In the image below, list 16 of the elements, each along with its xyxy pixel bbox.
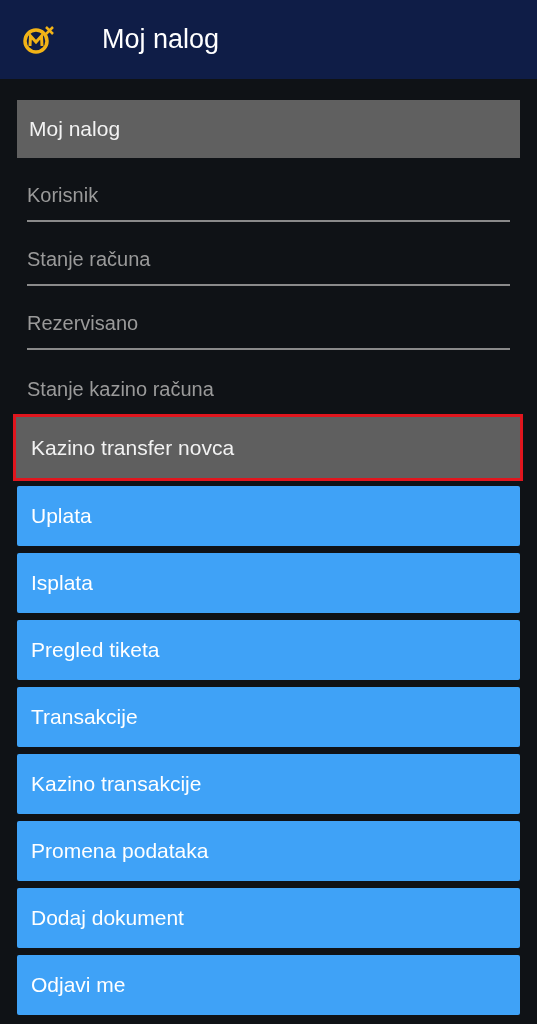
info-label: Stanje kazino računa — [27, 377, 214, 402]
menu-button[interactable]: Uplata — [17, 486, 520, 546]
menu-button[interactable]: Odjavi me — [17, 955, 520, 1015]
menu-button[interactable]: Promena podataka — [17, 821, 520, 881]
section-header: Moj nalog — [17, 100, 520, 158]
menu-button[interactable]: Dodaj dokument — [17, 888, 520, 948]
info-label: Stanje računa — [27, 247, 151, 272]
menu-button[interactable]: Kazino transakcije — [17, 754, 520, 814]
menu-button[interactable]: Transakcije — [17, 687, 520, 747]
transfer-button[interactable]: Kazino transfer novca — [16, 417, 520, 478]
menu-button[interactable]: Isplata — [17, 553, 520, 613]
info-label: Rezervisano — [27, 311, 139, 336]
menu-button[interactable]: Pregled tiketa — [17, 620, 520, 680]
info-label: Korisnik — [27, 183, 99, 208]
screen-title: Moj nalog — [102, 23, 220, 57]
logo-icon — [22, 24, 56, 55]
